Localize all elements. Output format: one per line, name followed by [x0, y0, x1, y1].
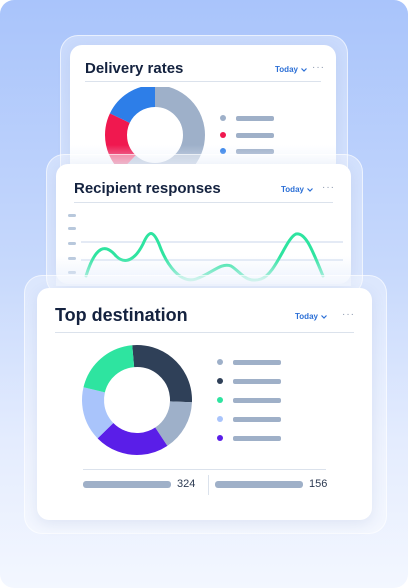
responses-divider: [74, 202, 333, 203]
delivery-period-select[interactable]: Today: [275, 65, 307, 74]
destination-legend-item: [217, 435, 281, 441]
delivery-divider: [85, 81, 321, 82]
stat-value-primary: 324: [177, 478, 196, 490]
y-axis-tick: [68, 214, 76, 217]
legend-dot: [220, 132, 226, 138]
delivery-legend-item: [220, 115, 274, 121]
legend-dot: [217, 397, 223, 403]
y-axis-tick: [68, 242, 76, 245]
legend-dot: [217, 416, 223, 422]
responses-period-label: Today: [281, 185, 304, 194]
delivery-rates-title: Delivery rates: [85, 60, 184, 77]
legend-label-placeholder: [233, 435, 281, 441]
y-axis-tick: [68, 257, 76, 260]
stat-bar-placeholder: [83, 481, 171, 488]
top-destination-title: Top destination: [55, 305, 188, 325]
chevron-down-icon: [307, 187, 313, 192]
delivery-more-options-icon[interactable]: ···: [312, 63, 325, 73]
destination-legend-item: [217, 397, 281, 403]
legend-label-placeholder: [233, 397, 281, 403]
destination-divider: [55, 332, 354, 333]
chevron-down-icon: [301, 67, 307, 72]
legend-label-placeholder: [236, 115, 274, 121]
delivery-legend-item: [220, 132, 274, 138]
destination-period-select[interactable]: Today: [295, 312, 327, 321]
recipient-responses-title: Recipient responses: [74, 180, 221, 197]
destination-legend-item: [217, 378, 281, 384]
legend-label-placeholder: [233, 416, 281, 422]
y-axis-tick: [68, 271, 76, 274]
legend-label-placeholder: [233, 359, 281, 365]
destination-donut-chart: [82, 345, 192, 455]
destination-period-label: Today: [295, 312, 318, 321]
stats-separator: [208, 475, 209, 495]
legend-label-placeholder: [233, 378, 281, 384]
stats-divider: [83, 469, 326, 470]
recipient-responses-card: Recipient responses Today ···: [56, 164, 351, 286]
legend-label-placeholder: [236, 132, 274, 138]
stat-value-secondary: 156: [309, 478, 328, 490]
chevron-down-icon: [321, 314, 327, 319]
responses-line-chart: [81, 232, 343, 282]
response-series-line: [84, 232, 325, 282]
dashboard-illustration: Delivery rates Today ··· Recipient respo…: [0, 0, 408, 588]
legend-dot: [217, 378, 223, 384]
stat-bar-placeholder: [215, 481, 303, 488]
legend-dot: [217, 359, 223, 365]
destination-more-options-icon[interactable]: ···: [342, 310, 355, 320]
legend-dot: [220, 115, 226, 121]
y-axis-tick: [68, 227, 76, 230]
delivery-period-label: Today: [275, 65, 298, 74]
responses-period-select[interactable]: Today: [281, 185, 313, 194]
responses-more-options-icon[interactable]: ···: [322, 183, 335, 193]
legend-label-placeholder: [236, 148, 274, 154]
legend-dot: [217, 435, 223, 441]
destination-legend-item: [217, 416, 281, 422]
destination-legend-item: [217, 359, 281, 365]
top-destination-card: Top destination Today ··· 324 156: [37, 288, 372, 520]
